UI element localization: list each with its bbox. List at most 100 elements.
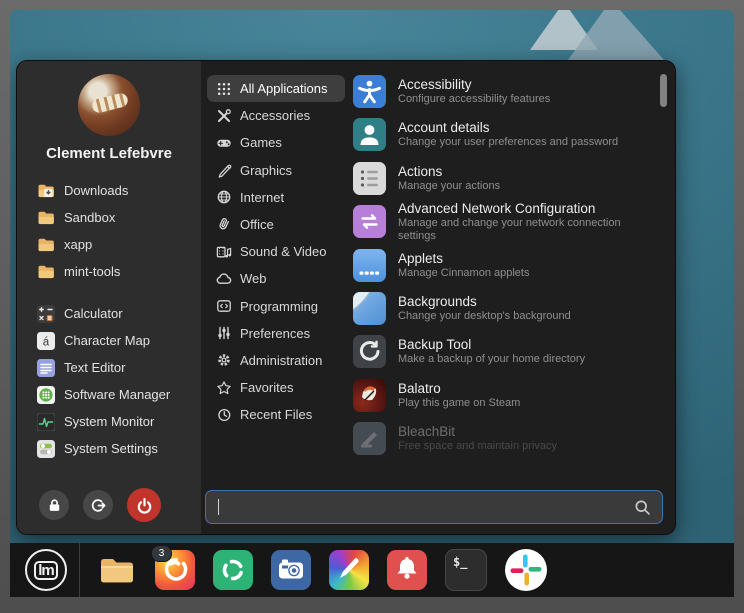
cloud-icon [216, 271, 232, 287]
places-list: Downloads Sandbox xapp mint-tools [17, 177, 201, 285]
category-accessories[interactable]: Accessories [207, 102, 345, 129]
category-label: Administration [240, 353, 322, 368]
category-favorites[interactable]: Favorites [207, 374, 345, 401]
category-list: All Applications Accessories Games Graph… [207, 75, 345, 428]
app-title: Accessibility [398, 77, 550, 93]
app-title: Balatro [398, 381, 520, 397]
category-administration[interactable]: Administration [207, 347, 345, 374]
category-label: Programming [240, 299, 318, 314]
app-description: Free space and maintain privacy [398, 440, 557, 453]
lock-icon [47, 498, 62, 513]
files-launcher[interactable] [97, 550, 137, 590]
shortcut-system-monitor[interactable]: System Monitor [17, 408, 201, 435]
category-all-applications[interactable]: All Applications [207, 75, 345, 102]
app-backgrounds[interactable]: Backgrounds Change your desktop's backgr… [353, 292, 657, 325]
app-account-details[interactable]: Account details Change your user prefere… [353, 118, 657, 151]
app-bleachbit[interactable]: BleachBit Free space and maintain privac… [353, 422, 657, 455]
history-icon [216, 407, 232, 423]
terminal-icon: $_ [453, 555, 467, 569]
terminal-launcher[interactable]: $_ [445, 549, 487, 591]
shortcut-label: Calculator [64, 306, 123, 321]
category-office[interactable]: Office [207, 211, 345, 238]
folder-icon [98, 553, 136, 587]
category-internet[interactable]: Internet [207, 184, 345, 211]
app-list-scrollbar[interactable] [660, 74, 667, 107]
notification-badge: 3 [151, 545, 172, 562]
search-icon [634, 499, 651, 516]
app-description: Play this game on Steam [398, 397, 520, 410]
shortcut-character-map[interactable]: á Character Map [17, 327, 201, 354]
app-advanced-network-configuration[interactable]: Advanced Network Configuration Manage an… [353, 205, 657, 238]
app-title: BleachBit [398, 424, 557, 440]
place-xapp[interactable]: xapp [17, 231, 201, 258]
category-label: Preferences [240, 326, 310, 341]
app-accessibility[interactable]: Accessibility Configure accessibility fe… [353, 75, 657, 108]
firefox-launcher[interactable]: 3 [155, 550, 195, 590]
drawing-app-launcher[interactable] [329, 550, 369, 590]
place-sandbox[interactable]: Sandbox [17, 204, 201, 231]
paintbrush-icon [216, 162, 232, 178]
category-games[interactable]: Games [207, 129, 345, 156]
user-name: Clement Lefebvre [17, 145, 201, 162]
text-cursor [218, 499, 219, 515]
bell-icon [387, 550, 427, 590]
app-balatro[interactable]: Balatro Play this game on Steam [353, 379, 657, 412]
grid-icon [216, 81, 232, 97]
category-label: Games [240, 135, 282, 150]
accessibility-icon [353, 75, 386, 108]
place-label: xapp [64, 237, 92, 252]
category-sound-video[interactable]: Sound & Video [207, 238, 345, 265]
place-mint-tools[interactable]: mint-tools [17, 258, 201, 285]
app-backup-tool[interactable]: Backup Tool Make a backup of your home d… [353, 335, 657, 368]
logout-button[interactable] [83, 490, 113, 520]
category-label: Recent Files [240, 407, 312, 422]
star-icon [216, 380, 232, 396]
app-shortcuts-list: Calculator á Character Map Text Editor S… [17, 300, 201, 462]
mint-menu-button[interactable]: lm [25, 549, 67, 591]
app-actions[interactable]: Actions Manage your actions [353, 162, 657, 195]
folder-icon [37, 263, 55, 281]
notifications-launcher[interactable] [387, 550, 427, 590]
svg-text:á: á [43, 336, 50, 348]
search-input[interactable] [205, 490, 663, 524]
network-configuration-icon [353, 205, 386, 238]
shortcut-system-settings[interactable]: System Settings [17, 435, 201, 462]
balatro-icon [353, 379, 386, 412]
desktop-wallpaper: Clement Lefebvre Downloads Sandbox xapp … [10, 10, 734, 597]
slack-launcher[interactable] [505, 549, 547, 591]
bottom-panel: lm 3 $_ [10, 543, 734, 597]
application-list: Accessibility Configure accessibility fe… [353, 75, 657, 466]
category-web[interactable]: Web [207, 265, 345, 292]
refresh-icon [213, 550, 253, 590]
shutdown-button[interactable] [127, 488, 161, 522]
code-icon [216, 298, 232, 314]
character-map-icon: á [37, 332, 55, 350]
category-label: All Applications [240, 81, 327, 96]
text-editor-icon [37, 359, 55, 377]
category-graphics[interactable]: Graphics [207, 157, 345, 184]
app-title: Backgrounds [398, 294, 571, 310]
shortcut-text-editor[interactable]: Text Editor [17, 354, 201, 381]
app-description: Manage and change your network connectio… [398, 217, 657, 243]
category-preferences[interactable]: Preferences [207, 320, 345, 347]
place-downloads[interactable]: Downloads [17, 177, 201, 204]
screenshot-tool-launcher[interactable] [271, 550, 311, 590]
category-label: Sound & Video [240, 244, 327, 259]
folder-icon [37, 209, 55, 227]
update-manager-launcher[interactable] [213, 550, 253, 590]
mint-logo: lm [34, 561, 58, 580]
paint-palette-icon [329, 550, 369, 590]
panel-launchers: 3 $_ [97, 549, 547, 591]
app-applets[interactable]: Applets Manage Cinnamon applets [353, 249, 657, 282]
app-title: Actions [398, 164, 500, 180]
category-recent-files[interactable]: Recent Files [207, 401, 345, 428]
category-label: Favorites [240, 380, 293, 395]
shortcut-software-manager[interactable]: Software Manager [17, 381, 201, 408]
user-avatar[interactable] [78, 74, 140, 136]
lock-button[interactable] [39, 490, 69, 520]
shortcut-calculator[interactable]: Calculator [17, 300, 201, 327]
app-description: Change your user preferences and passwor… [398, 136, 618, 149]
category-programming[interactable]: Programming [207, 293, 345, 320]
app-title: Account details [398, 120, 618, 136]
actions-icon [353, 162, 386, 195]
